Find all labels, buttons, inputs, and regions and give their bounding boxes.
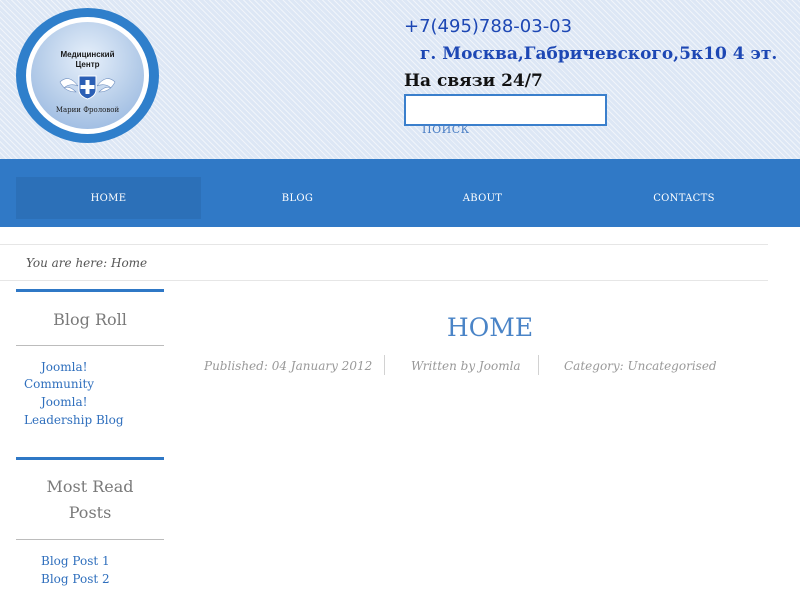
most-read-title-line1: Most Read	[46, 477, 134, 496]
blog-roll-accent-bar	[16, 289, 164, 292]
blog-roll-divider	[16, 345, 164, 346]
doves-cross-icon	[59, 75, 116, 100]
nav-item-home[interactable]: HOME	[16, 177, 201, 219]
article-published-date: Published: 04 January 2012	[204, 359, 373, 373]
nav-item-about[interactable]: ABOUT	[390, 177, 575, 219]
hours-text: На связи 24/7	[404, 71, 543, 91]
blog-roll-title: Blog Roll	[53, 310, 127, 329]
breadcrumb: You are here: Home	[26, 256, 148, 270]
search-input[interactable]	[404, 94, 607, 126]
phone-number[interactable]: +7(495)788-03-03	[404, 16, 572, 37]
search-label: ПОИСК	[422, 123, 470, 136]
nav-item-contacts[interactable]: CONTACTS	[590, 177, 778, 219]
page: Медицинский Центр Марии Фроловой +7(495)…	[0, 0, 800, 600]
page-title: HOME	[446, 313, 534, 342]
logo-subtitle: Марии Фроловой	[55, 106, 120, 114]
blog-roll-link-community-line1[interactable]: Joomla!	[41, 360, 87, 374]
blog-roll-link-leadership-line2[interactable]: Leadership Blog	[24, 413, 124, 427]
meta-divider-2	[538, 355, 539, 375]
breadcrumb-divider-bottom	[0, 280, 768, 281]
blog-roll-link-community-line2[interactable]: Community	[24, 377, 94, 391]
logo-title: Медицинский Центр	[60, 50, 115, 69]
main-nav: HOME BLOG ABOUT CONTACTS	[0, 159, 800, 227]
most-read-accent-bar	[16, 457, 164, 460]
header: Медицинский Центр Марии Фроловой +7(495)…	[0, 0, 800, 159]
logo[interactable]: Медицинский Центр Марии Фроловой	[16, 8, 159, 143]
article-author: Written by Joomla	[411, 359, 521, 373]
most-read-divider	[16, 539, 164, 540]
meta-divider-1	[384, 355, 385, 375]
address: г. Москва,Габричевского,5к10 4 эт.	[420, 44, 778, 64]
logo-ring: Медицинский Центр Марии Фроловой	[26, 17, 149, 134]
blog-roll-link-leadership-line1[interactable]: Joomla!	[41, 395, 87, 409]
most-read-title-line2: Posts	[68, 503, 112, 522]
article-category[interactable]: Category: Uncategorised	[564, 359, 717, 373]
most-read-link-1[interactable]: Blog Post 1	[41, 554, 110, 568]
logo-badge: Медицинский Центр Марии Фроловой	[31, 22, 144, 129]
most-read-link-2[interactable]: Blog Post 2	[41, 572, 110, 586]
breadcrumb-divider-top	[0, 244, 768, 245]
nav-item-blog[interactable]: BLOG	[205, 177, 390, 219]
